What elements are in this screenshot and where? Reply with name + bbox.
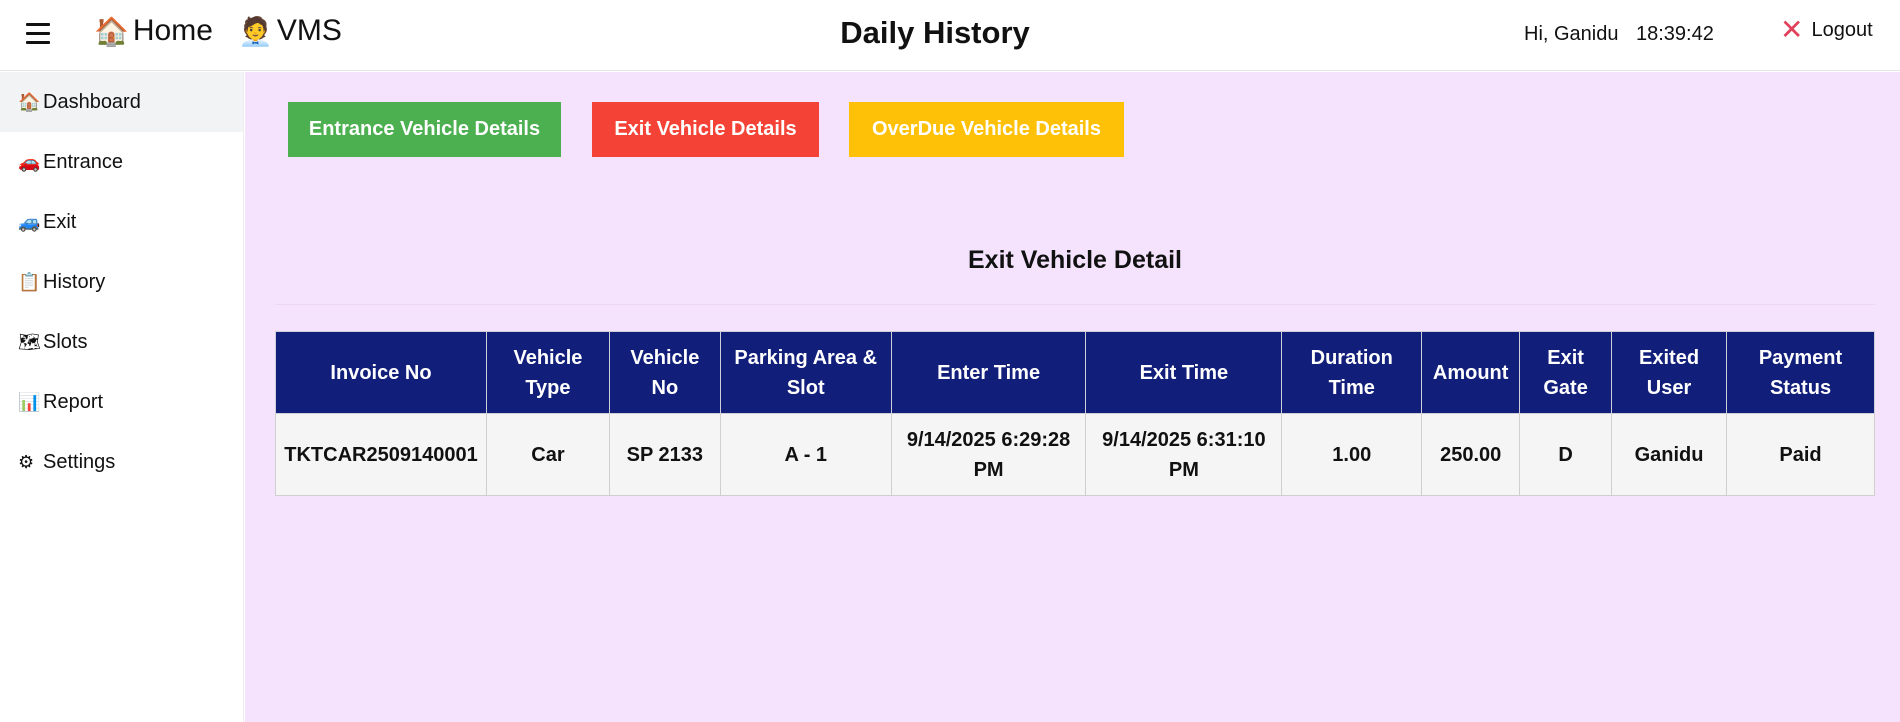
logout-button[interactable]: ✕ Logout xyxy=(1780,16,1873,44)
sidebar-item-slots[interactable]: 🗺 Slots xyxy=(0,312,243,372)
column-header-vehicle-type: Vehicle Type xyxy=(485,331,610,414)
table-header-row: Invoice No Vehicle Type Vehicle No Parki… xyxy=(275,331,1875,414)
entrance-vehicle-details-button[interactable]: Entrance Vehicle Details xyxy=(288,102,561,157)
sidebar-item-dashboard[interactable]: 🏠 Dashboard xyxy=(0,72,243,132)
sidebar-item-label: Report xyxy=(43,390,104,413)
column-header-invoice-no: Invoice No xyxy=(275,331,487,414)
section-divider xyxy=(275,304,1875,305)
cell-payment-status: Paid xyxy=(1726,413,1875,496)
table-row[interactable]: TKTCAR2509140001 Car SP 2133 A - 1 9/14/… xyxy=(275,413,1875,496)
logout-label: Logout xyxy=(1811,18,1873,41)
map-icon: 🗺 xyxy=(18,331,41,353)
column-header-vehicle-no: Vehicle No xyxy=(608,331,721,414)
cell-duration-time: 1.00 xyxy=(1281,413,1423,496)
column-header-duration-time: Duration Time xyxy=(1281,331,1423,414)
sidebar-item-label: Exit xyxy=(43,210,77,233)
cell-exit-time: 9/14/2025 6:31:10 PM xyxy=(1085,413,1283,496)
cell-vehicle-no: SP 2133 xyxy=(608,413,721,496)
cell-exit-gate: D xyxy=(1519,413,1613,496)
cell-parking-area-slot: A - 1 xyxy=(719,413,892,496)
sidebar-item-exit[interactable]: 🚙 Exit xyxy=(0,192,243,252)
sidebar-item-label: Settings xyxy=(43,450,116,473)
exit-vehicle-table: Invoice No Vehicle Type Vehicle No Parki… xyxy=(275,331,1875,496)
sidebar-item-label: Slots xyxy=(43,330,88,353)
cell-exited-user: Ganidu xyxy=(1611,413,1727,496)
column-header-exit-time: Exit Time xyxy=(1085,331,1283,414)
sidebar-item-label: History xyxy=(43,270,106,293)
cell-amount: 250.00 xyxy=(1421,413,1521,496)
cell-invoice-no: TKTCAR2509140001 xyxy=(275,413,487,496)
sidebar: 🏠 Dashboard 🚗 Entrance 🚙 Exit 📋 History … xyxy=(0,72,244,722)
sidebar-item-report[interactable]: 📊 Report xyxy=(0,372,243,432)
user-greeting: Hi, Ganidu xyxy=(1524,23,1619,45)
column-header-payment-status: Payment Status xyxy=(1726,331,1875,414)
clipboard-icon: 📋 xyxy=(18,271,41,293)
sidebar-item-label: Entrance xyxy=(43,150,124,173)
sidebar-item-label: Dashboard xyxy=(43,90,141,113)
gear-icon: ⚙ xyxy=(18,451,35,473)
overdue-vehicle-details-button[interactable]: OverDue Vehicle Details xyxy=(849,102,1124,157)
section-title: Exit Vehicle Detail xyxy=(968,246,1182,274)
sidebar-item-history[interactable]: 📋 History xyxy=(0,252,243,312)
close-icon: ✕ xyxy=(1780,14,1804,45)
bar-chart-icon: 📊 xyxy=(18,391,41,413)
cell-enter-time: 9/14/2025 6:29:28 PM xyxy=(890,413,1087,496)
column-header-amount: Amount xyxy=(1421,331,1521,414)
column-header-parking-area-slot: Parking Area & Slot xyxy=(719,331,892,414)
sidebar-item-settings[interactable]: ⚙ Settings xyxy=(0,432,243,492)
exit-vehicle-details-button[interactable]: Exit Vehicle Details xyxy=(592,102,819,157)
column-header-enter-time: Enter Time xyxy=(890,331,1087,414)
car-icon: 🚗 xyxy=(18,151,41,173)
house-icon: 🏠 xyxy=(18,91,41,113)
column-header-exit-gate: Exit Gate xyxy=(1519,331,1613,414)
column-header-exited-user: Exited User xyxy=(1611,331,1727,414)
top-bar: 🏠 Home 🧑‍💼 VMS Daily History Hi, Ganidu … xyxy=(0,0,1900,71)
cell-vehicle-type: Car xyxy=(485,413,610,496)
sidebar-item-entrance[interactable]: 🚗 Entrance xyxy=(0,132,243,192)
clock-time: 18:39:42 xyxy=(1636,23,1714,45)
main-content: Entrance Vehicle Details Exit Vehicle De… xyxy=(245,72,1900,722)
suv-icon: 🚙 xyxy=(18,211,41,233)
